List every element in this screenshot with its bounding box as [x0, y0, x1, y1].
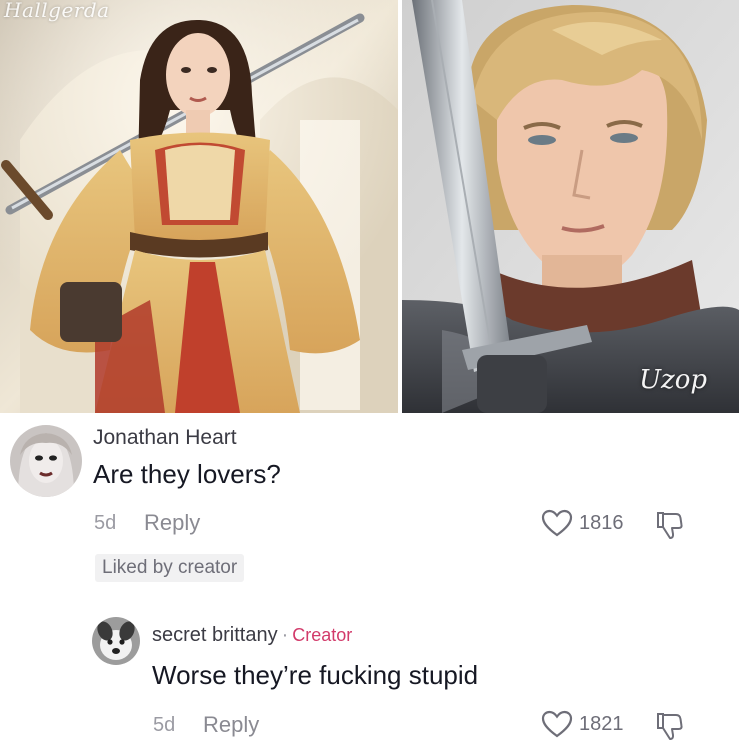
reply-button[interactable]: Reply	[203, 712, 259, 738]
creator-badge: Creator	[292, 625, 353, 645]
like-count: 1821	[579, 712, 624, 735]
comment-jonathan-heart: Jonathan Heart Are they lovers? 5d Reply…	[0, 413, 739, 588]
reply-author-name[interactable]: secret brittany	[152, 624, 278, 646]
reply-secret-brittany: secret brittany · Creator Worse they’re fu…	[0, 600, 739, 744]
left-artwork-watermark: Hallgerda	[4, 0, 110, 22]
attached-image-collage[interactable]: Hallgerda Uzop	[0, 0, 739, 413]
comment-age: 5d	[94, 511, 117, 534]
right-artwork-knight[interactable]: Uzop	[402, 0, 739, 413]
liked-by-creator-chip: Liked by creator	[95, 554, 245, 582]
reply-author-line: secret brittany · Creator	[152, 624, 352, 647]
thumbs-down-icon[interactable]	[655, 510, 683, 545]
like-count: 1816	[579, 511, 624, 534]
pale-woman-avatar-icon[interactable]	[10, 425, 82, 497]
reply-meta: 5d Reply	[153, 712, 259, 738]
reply-age: 5d	[153, 713, 176, 736]
like-button[interactable]: 1816	[541, 509, 624, 537]
knight-illustration	[402, 0, 739, 413]
left-artwork-lady[interactable]: Hallgerda	[0, 0, 398, 413]
reply-button[interactable]: Reply	[144, 510, 200, 536]
comment-author-name[interactable]: Jonathan Heart	[93, 426, 237, 450]
comment-text: Are they lovers?	[93, 459, 281, 489]
reply-text: Worse they’re fucking stupid	[152, 660, 479, 690]
right-artwork-watermark: Uzop	[639, 365, 707, 395]
heart-outline-icon[interactable]	[541, 509, 573, 537]
author-separator: ·	[281, 624, 289, 646]
lady-illustration	[0, 0, 398, 413]
like-button[interactable]: 1821	[541, 710, 624, 738]
thumbs-down-icon[interactable]	[655, 711, 683, 744]
dog-avatar-icon[interactable]	[92, 617, 140, 665]
heart-outline-icon[interactable]	[541, 710, 573, 738]
comment-meta: 5d Reply	[94, 510, 200, 536]
